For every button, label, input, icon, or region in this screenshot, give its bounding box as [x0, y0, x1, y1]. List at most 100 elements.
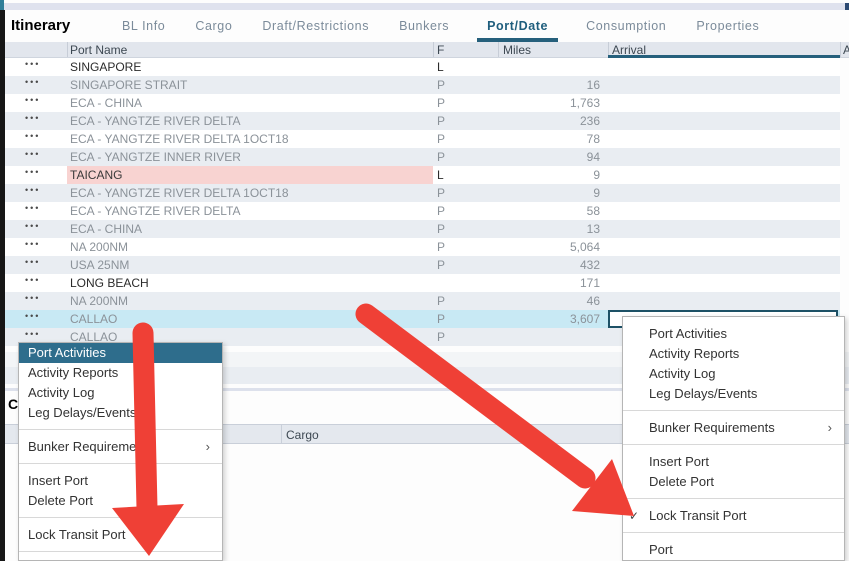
- tab-cargo[interactable]: Cargo: [193, 19, 234, 42]
- top-strip-navy-corner: [845, 3, 849, 10]
- itinerary-row-eca-china[interactable]: •••ECA - CHINAP1,763: [5, 94, 840, 112]
- column-header-a-partial[interactable]: A: [843, 43, 849, 57]
- cell-port-name: ECA - YANGTZE RIVER DELTA 1OCT18: [67, 184, 433, 202]
- row-menu-button[interactable]: •••: [25, 167, 40, 177]
- cell-f: P: [437, 112, 477, 130]
- itinerary-rows: •••SINGAPOREL•••SINGAPORE STRAITP16•••EC…: [5, 58, 840, 346]
- cell-port-name: CALLAO: [67, 310, 433, 328]
- cell-miles: 3,607: [480, 310, 600, 328]
- row-menu-button[interactable]: •••: [25, 203, 40, 213]
- itinerary-row-singapore[interactable]: •••SINGAPOREL: [5, 58, 840, 76]
- cell-f: P: [437, 292, 477, 310]
- column-separator: [433, 42, 434, 57]
- column-separator: [498, 42, 499, 57]
- menu-item-bunker-requirements[interactable]: Bunker Requirements›: [623, 418, 844, 438]
- column-header-port-name[interactable]: Port Name: [70, 43, 127, 57]
- menu-item-activity-log[interactable]: Activity Log: [19, 383, 222, 403]
- menu-item-activity-log[interactable]: Activity Log: [623, 364, 844, 384]
- checkmark-icon: ✓: [629, 506, 639, 526]
- menu-separator: [623, 444, 844, 445]
- cell-miles: 5,064: [480, 238, 600, 256]
- row-menu-button[interactable]: •••: [25, 131, 40, 141]
- itinerary-row-na-200nm[interactable]: ••• NA 200NMP46: [5, 292, 840, 310]
- menu-item-leg-delays-events[interactable]: Leg Delays/Events: [19, 403, 222, 423]
- menu-item-insert-port[interactable]: Insert Port: [19, 471, 222, 491]
- menu-item-port-activities[interactable]: Port Activities: [19, 343, 222, 363]
- menu-item-activity-reports[interactable]: Activity Reports: [623, 344, 844, 364]
- cell-port-name: NA 200NM: [67, 238, 433, 256]
- context-menu-left: Port ActivitiesActivity ReportsActivity …: [18, 342, 223, 561]
- menu-item-port[interactable]: Port: [623, 540, 844, 560]
- column-header-cargo[interactable]: Cargo: [286, 428, 319, 442]
- cell-f: P: [437, 148, 477, 166]
- cell-miles: 13: [480, 220, 600, 238]
- column-header-miles[interactable]: Miles: [503, 43, 531, 57]
- submenu-arrow-icon: ›: [206, 437, 210, 457]
- menu-item-port-activities[interactable]: Port Activities: [623, 324, 844, 344]
- menu-separator: [19, 517, 222, 518]
- itinerary-row-singapore-strait[interactable]: •••SINGAPORE STRAITP16: [5, 76, 840, 94]
- cell-port-name: TAICANG: [67, 166, 433, 184]
- row-menu-button[interactable]: •••: [25, 311, 40, 321]
- tab-consumption[interactable]: Consumption: [584, 19, 668, 42]
- itinerary-row-long-beach[interactable]: •••LONG BEACH171: [5, 274, 840, 292]
- tab-port-date[interactable]: Port/Date: [477, 19, 558, 42]
- cell-miles: 1,763: [480, 94, 600, 112]
- row-menu-button[interactable]: •••: [25, 149, 40, 159]
- cell-miles: 46: [480, 292, 600, 310]
- cell-f: P: [437, 328, 477, 346]
- menu-item-activity-reports[interactable]: Activity Reports: [19, 363, 222, 383]
- menu-item-bunker-requirements[interactable]: Bunker Requirements›: [19, 437, 222, 457]
- itinerary-row-na-200nm[interactable]: •••NA 200NMP5,064: [5, 238, 840, 256]
- row-menu-button[interactable]: •••: [25, 275, 40, 285]
- column-separator: [281, 425, 282, 443]
- cell-port-name: ECA - CHINA: [67, 220, 433, 238]
- tab-bl-info[interactable]: BL Info: [120, 19, 167, 42]
- menu-item-insert-port[interactable]: Insert Port: [623, 452, 844, 472]
- cell-f: P: [437, 130, 477, 148]
- submenu-arrow-icon: ›: [828, 418, 832, 438]
- cell-port-name: NA 200NM: [67, 292, 433, 310]
- row-menu-button[interactable]: •••: [25, 95, 40, 105]
- row-menu-button[interactable]: •••: [25, 221, 40, 231]
- menu-separator: [19, 551, 222, 552]
- row-menu-button[interactable]: •••: [25, 239, 40, 249]
- menu-item-delete-port[interactable]: Delete Port: [623, 472, 844, 492]
- itinerary-row-eca-yangtze-inner-river[interactable]: •••ECA - YANGTZE INNER RIVERP94: [5, 148, 840, 166]
- menu-item-delete-port[interactable]: Delete Port: [19, 491, 222, 511]
- itinerary-row-usa-25nm[interactable]: •••USA 25NMP432: [5, 256, 840, 274]
- cell-port-name: ECA - CHINA: [67, 94, 433, 112]
- row-menu-button[interactable]: •••: [25, 113, 40, 123]
- menu-separator: [623, 410, 844, 411]
- row-menu-button[interactable]: •••: [25, 185, 40, 195]
- cell-miles: 58: [480, 202, 600, 220]
- cell-miles: 94: [480, 148, 600, 166]
- itinerary-row-taicang[interactable]: •••TAICANGL9: [5, 166, 840, 184]
- tab-bunkers[interactable]: Bunkers: [397, 19, 451, 42]
- cell-f: P: [437, 220, 477, 238]
- menu-separator: [19, 429, 222, 430]
- row-menu-button[interactable]: •••: [25, 59, 40, 69]
- column-header-f[interactable]: F: [437, 43, 444, 57]
- cell-port-name: ECA - YANGTZE RIVER DELTA 1OCT18: [67, 130, 433, 148]
- cell-port-name: USA 25NM: [67, 256, 433, 274]
- menu-item-lock-transit-port[interactable]: Lock Transit Port✓: [623, 506, 844, 526]
- cell-port-name: LONG BEACH: [67, 274, 433, 292]
- page-title: Itinerary: [11, 17, 70, 34]
- itinerary-row-eca-yangtze-river-delta[interactable]: •••ECA - YANGTZE RIVER DELTAP58: [5, 202, 840, 220]
- itinerary-row-eca-yangtze-river-delta[interactable]: •••ECA - YANGTZE RIVER DELTAP236: [5, 112, 840, 130]
- row-menu-button[interactable]: •••: [25, 77, 40, 87]
- row-menu-button[interactable]: •••: [25, 329, 40, 339]
- cell-f: P: [437, 184, 477, 202]
- menu-item-leg-delays-events[interactable]: Leg Delays/Events: [623, 384, 844, 404]
- itinerary-row-eca-china[interactable]: ••• ECA - CHINAP13: [5, 220, 840, 238]
- row-menu-button[interactable]: •••: [25, 257, 40, 267]
- menu-item-lock-transit-port[interactable]: Lock Transit Port: [19, 525, 222, 545]
- menu-separator: [19, 463, 222, 464]
- tab-draft-restrictions[interactable]: Draft/Restrictions: [260, 19, 371, 42]
- column-separator: [67, 42, 68, 57]
- itinerary-row-eca-yangtze-river-delta-1oct18[interactable]: •••ECA - YANGTZE RIVER DELTA 1OCT18P78: [5, 130, 840, 148]
- itinerary-row-eca-yangtze-river-delta-1oct18[interactable]: •••ECA - YANGTZE RIVER DELTA 1OCT18P9: [5, 184, 840, 202]
- tab-properties[interactable]: Properties: [694, 19, 761, 42]
- row-menu-button[interactable]: •••: [25, 293, 40, 303]
